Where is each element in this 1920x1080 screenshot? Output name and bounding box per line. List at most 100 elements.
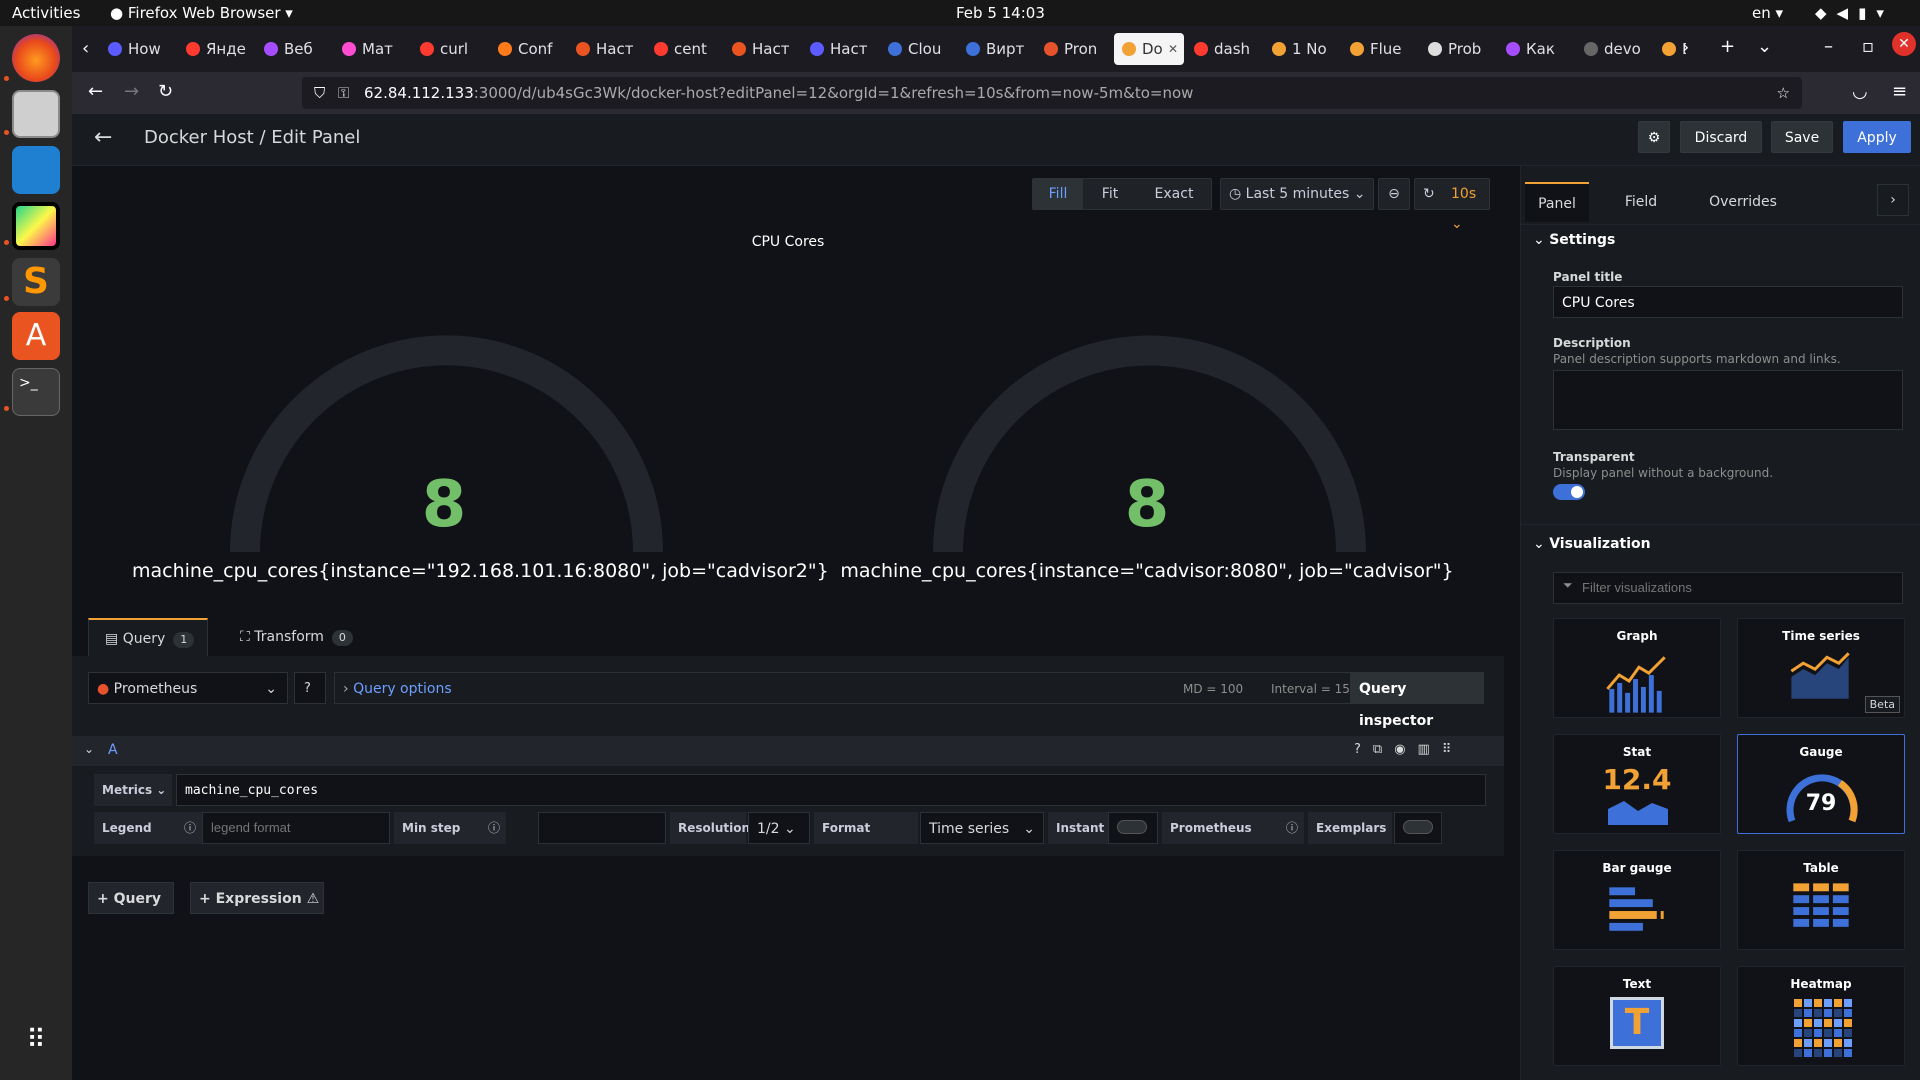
tab-overrides[interactable]: Overrides [1693, 182, 1793, 222]
url-bar[interactable]: ⛉ ⚿ 62.84.112.133:3000/d/ub4sGc3Wk/docke… [302, 77, 1802, 109]
tab-query[interactable]: ▤ Query 1 [88, 618, 208, 656]
help-button[interactable]: ? [294, 672, 326, 704]
viz-card-stat[interactable]: Stat 12.4 [1553, 734, 1721, 834]
back-icon[interactable]: ← [88, 81, 103, 102]
viz-card-heatmap[interactable]: Heatmap [1737, 966, 1905, 1066]
heatmap-cell [1844, 999, 1852, 1007]
add-query-button[interactable]: + Query [88, 882, 174, 914]
maximize-icon[interactable]: ▫ [1862, 36, 1874, 57]
system-tray[interactable]: ◆◀▮▾ [1815, 4, 1894, 22]
browser-tab[interactable]: Наст [568, 33, 644, 65]
visualization-section-header[interactable]: ⌄ Visualization [1533, 536, 1651, 552]
transparent-toggle[interactable] [1553, 484, 1585, 500]
forward-icon[interactable]: → [124, 81, 139, 102]
viz-card-bar-gauge[interactable]: Bar gauge [1553, 850, 1721, 950]
browser-tab[interactable]: Как [1498, 33, 1574, 65]
software-center-icon[interactable]: A [12, 312, 60, 360]
tab-panel[interactable]: Panel [1525, 182, 1589, 222]
list-tabs-icon[interactable]: ⌄ [1757, 36, 1772, 57]
browser-tab[interactable]: curl [412, 33, 488, 65]
firefox-icon[interactable] [12, 34, 60, 82]
viz-card-text[interactable]: Text T [1553, 966, 1721, 1066]
min-step-input[interactable] [538, 812, 666, 844]
save-button[interactable]: Save [1771, 121, 1833, 153]
metrics-query-input[interactable]: machine_cpu_cores [176, 774, 1486, 806]
viz-card-graph[interactable]: Graph [1553, 618, 1721, 718]
app-grid-icon[interactable]: ⠿ [12, 1016, 60, 1064]
description-textarea[interactable] [1553, 370, 1903, 430]
close-window-icon[interactable]: ✕ [1892, 32, 1916, 56]
browser-tab[interactable]: How [100, 33, 176, 65]
pycharm-icon[interactable] [12, 202, 60, 250]
viz-card-table[interactable]: Table [1737, 850, 1905, 950]
pocket-icon[interactable]: ◡ [1852, 81, 1868, 102]
activities-button[interactable]: Activities [12, 4, 80, 22]
add-expression-button[interactable]: + Expression ⚠ [190, 882, 324, 914]
browser-tab[interactable]: cent [646, 33, 722, 65]
tab-transform[interactable]: ⛶ Transform 0 [232, 618, 372, 656]
collapse-chevron-icon[interactable]: ⌄ [84, 742, 94, 756]
browser-tab-active[interactable]: Do ✕ [1114, 33, 1184, 65]
discard-button[interactable]: Discard [1680, 121, 1762, 153]
trash-icon[interactable]: ▥ [1418, 742, 1442, 757]
query-options-link[interactable]: Query options [353, 681, 452, 697]
browser-tab[interactable]: 1 No [1264, 33, 1340, 65]
sublime-text-icon[interactable]: S [12, 258, 60, 306]
new-tab-icon[interactable]: + [1720, 36, 1735, 57]
browser-tab[interactable]: dash [1186, 33, 1262, 65]
settings-section-header[interactable]: ⌄ Settings [1533, 232, 1615, 248]
viz-card-time-series[interactable]: Time series Beta [1737, 618, 1905, 718]
back-arrow-icon[interactable]: ← [94, 125, 112, 150]
transparent-hint: Display panel without a background. [1553, 466, 1774, 480]
legend-format-input[interactable] [202, 812, 390, 844]
browser-tab[interactable]: Янде [178, 33, 254, 65]
url-path: :3000/d/ub4sGc3Wk/docker-host?editPanel=… [473, 84, 1194, 102]
browser-tab[interactable]: Мат [334, 33, 410, 65]
query-ref-id[interactable]: A [108, 742, 118, 758]
terminal-icon[interactable]: >_ [12, 368, 60, 416]
browser-tab[interactable]: devo [1576, 33, 1652, 65]
clock[interactable]: Feb 5 14:03 [956, 4, 1045, 22]
exemplars-toggle[interactable] [1394, 812, 1442, 844]
app-menu[interactable]: ● Firefox Web Browser ▾ [110, 4, 293, 22]
browser-tab[interactable]: Вирт [958, 33, 1034, 65]
tab-field[interactable]: Field [1613, 182, 1669, 222]
panel-title-input[interactable]: CPU Cores [1553, 286, 1903, 318]
reload-icon[interactable]: ↻ [158, 81, 173, 102]
collapse-pane-button[interactable]: › [1877, 184, 1909, 216]
query-inspector-button[interactable]: Query inspector [1350, 672, 1484, 729]
browser-tab[interactable]: Веб [256, 33, 332, 65]
menu-icon[interactable]: ≡ [1892, 81, 1907, 102]
viz-card-gauge[interactable]: Gauge 79 [1737, 734, 1905, 834]
duplicate-icon[interactable]: ⧉ [1373, 742, 1394, 757]
resolution-select[interactable]: 1/2 ⌄ [748, 812, 810, 844]
url-host: 62.84.112.133 [364, 84, 474, 102]
apply-button[interactable]: Apply [1843, 121, 1911, 153]
help-icon[interactable]: ? [1354, 742, 1373, 757]
instant-toggle[interactable] [1108, 812, 1158, 844]
browser-tab[interactable]: Наст [724, 33, 800, 65]
bookmark-star-icon[interactable]: ☆ [1777, 77, 1790, 109]
settings-gear-button[interactable]: ⚙ [1638, 121, 1670, 153]
browser-tab[interactable]: Flue [1342, 33, 1418, 65]
tab-scroll-right-icon[interactable]: › [1682, 37, 1689, 58]
filter-visualizations-input[interactable] [1553, 572, 1903, 604]
browser-tab[interactable]: Наст [802, 33, 878, 65]
language-indicator[interactable]: en ▾ [1752, 4, 1783, 22]
minimize-icon[interactable]: – [1824, 36, 1833, 57]
files-icon[interactable] [12, 90, 60, 138]
browser-tab[interactable]: Pron [1036, 33, 1112, 65]
stat-viz-icon [1608, 801, 1668, 825]
datasource-picker[interactable]: ● Prometheus ⌄ [88, 672, 288, 704]
system-monitor-icon[interactable] [12, 146, 60, 194]
browser-tab[interactable]: Clou [880, 33, 956, 65]
tab-scroll-left-icon[interactable]: ‹ [82, 38, 89, 59]
browser-tab[interactable]: Prob [1420, 33, 1496, 65]
drag-handle-icon[interactable]: ⠿ [1442, 742, 1464, 757]
eye-icon[interactable]: ◉ [1394, 742, 1417, 757]
format-select[interactable]: Time series ⌄ [920, 812, 1044, 844]
close-tab-icon[interactable]: ✕ [1168, 33, 1178, 65]
browser-tab[interactable]: Conf [490, 33, 566, 65]
query-options-bar[interactable]: › Query options MD = 100 Interval = 15s [334, 672, 1452, 704]
metrics-browser-button[interactable]: Metrics ⌄ [94, 774, 172, 806]
